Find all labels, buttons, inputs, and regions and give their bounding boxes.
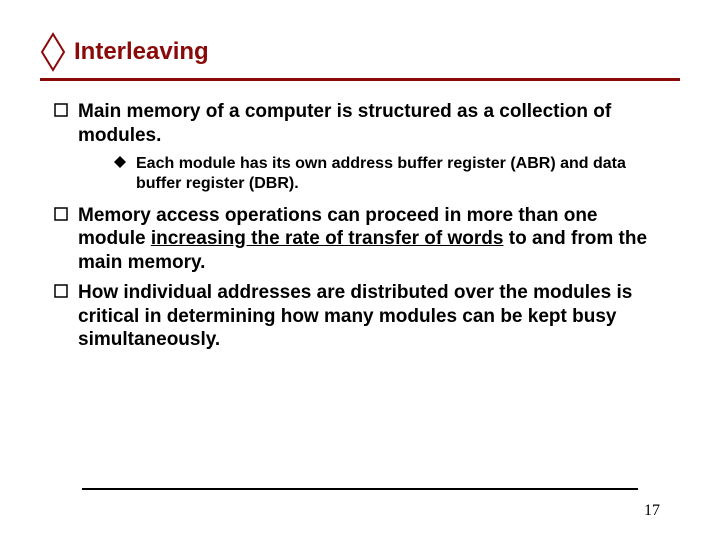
slide-title: Interleaving [74,38,209,66]
page-number: 17 [644,502,660,520]
diamond-bullet-icon [114,156,126,168]
square-bullet-icon [54,103,68,117]
list-item: Each module has its own address buffer r… [114,154,666,194]
list-item-text: Main memory of a computer is structured … [78,100,666,148]
list-item: How individual addresses are distributed… [54,281,666,352]
slide-body: Main memory of a computer is structured … [54,100,666,358]
footer-divider [82,488,638,490]
title-divider [40,78,680,81]
title-row: Interleaving [40,28,680,76]
list-item-text: Memory access operations can proceed in … [78,204,666,275]
slide: Interleaving Main memory of a computer i… [0,0,720,540]
list-item: Main memory of a computer is structured … [54,100,666,148]
square-bullet-icon [54,284,68,298]
list-item-text: How individual addresses are distributed… [78,281,666,352]
diamond-icon [40,32,66,72]
list-item-text: Each module has its own address buffer r… [136,154,666,194]
square-bullet-icon [54,207,68,221]
list-item: Memory access operations can proceed in … [54,204,666,275]
